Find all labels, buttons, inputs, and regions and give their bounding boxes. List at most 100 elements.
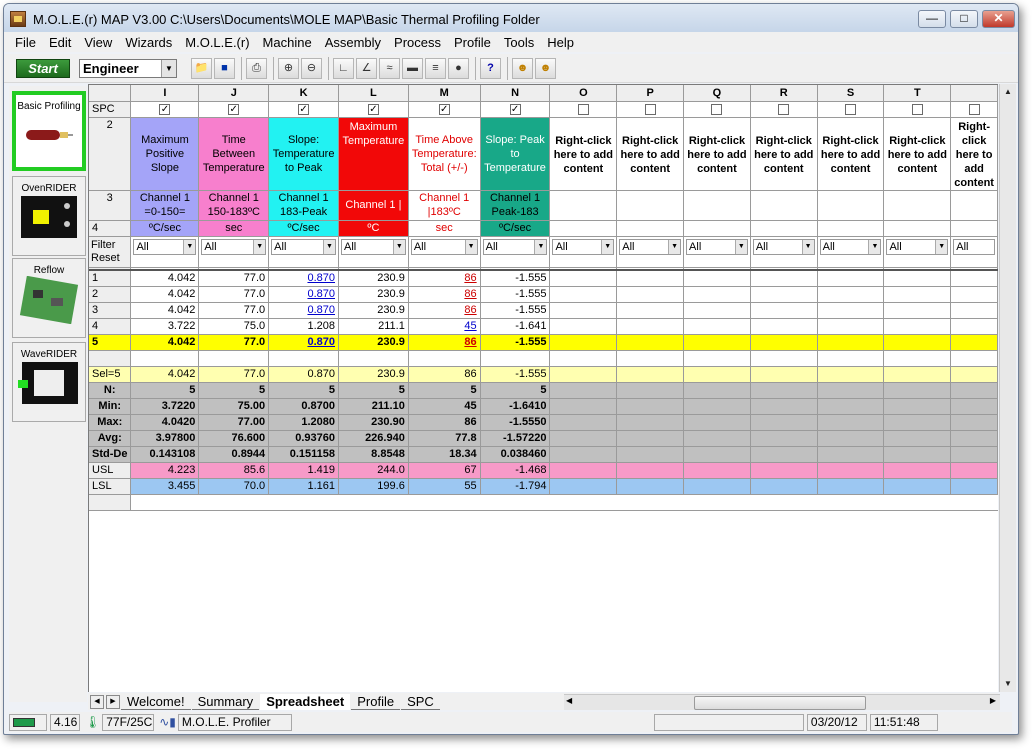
- column-header-r[interactable]: R: [750, 85, 818, 102]
- bar-icon[interactable]: ▬: [402, 57, 423, 79]
- filter-dropdown[interactable]: All ▼: [201, 238, 267, 255]
- title-time-above-temperature[interactable]: Time Above Temperature: Total (+/-): [408, 117, 481, 191]
- unit-cell[interactable]: ºC/sec: [268, 220, 339, 237]
- title-time-between-temperature[interactable]: Time Between Temperature: [198, 117, 270, 191]
- column-header-s[interactable]: S: [817, 85, 885, 102]
- cell[interactable]: 1.419: [268, 462, 339, 479]
- filter-dropdown[interactable]: All ▼: [552, 238, 615, 255]
- scrollbar-thumb[interactable]: [694, 696, 866, 710]
- cell-link[interactable]: 86: [464, 336, 476, 348]
- filter-dropdown[interactable]: All ▼: [271, 238, 336, 255]
- user-mode-dropdown[interactable]: Engineer ▼: [79, 58, 177, 78]
- scroll-right-icon[interactable]: ▶: [990, 696, 996, 705]
- spc-checkbox-checked[interactable]: ✓: [298, 103, 310, 115]
- menu-assembly[interactable]: Assembly: [320, 35, 386, 50]
- table-row-highlighted[interactable]: 5 4.042 77.0 0.870 230.9 86 -1.555: [89, 334, 998, 351]
- empty-column-title[interactable]: Right-click here to add content: [616, 117, 685, 191]
- spc-checkbox-checked[interactable]: ✓: [438, 103, 450, 115]
- menu-tools[interactable]: Tools: [499, 35, 539, 50]
- cell[interactable]: 3.722: [130, 318, 200, 335]
- channel-cell[interactable]: Channel 1 =0-150=: [130, 190, 200, 221]
- user-icon[interactable]: ☻: [512, 57, 533, 79]
- tab-scroll-right-icon[interactable]: ▶: [106, 694, 120, 709]
- table-row[interactable]: 3 4.042 77.0 0.870 230.9 86 -1.555: [89, 302, 998, 319]
- tab-spreadsheet[interactable]: Spreadsheet: [260, 693, 351, 710]
- cell[interactable]: -1.555: [480, 270, 551, 287]
- cell[interactable]: 85.6: [198, 462, 270, 479]
- column-header-p[interactable]: P: [616, 85, 685, 102]
- minimize-button[interactable]: —: [918, 10, 946, 28]
- cell[interactable]: 4.042: [130, 286, 200, 303]
- tab-welcome[interactable]: Welcome!: [121, 694, 191, 710]
- empty-column-title[interactable]: Right-click here to add content: [950, 117, 998, 191]
- column-header-j[interactable]: J: [198, 85, 270, 102]
- column-header-o[interactable]: O: [549, 85, 618, 102]
- column-header-l[interactable]: L: [338, 85, 409, 102]
- scroll-down-icon[interactable]: ▼: [1000, 676, 1016, 692]
- filter-dropdown[interactable]: All ▼: [752, 238, 815, 255]
- cell-link[interactable]: 0.870: [307, 304, 335, 316]
- unit-cell[interactable]: ºC/sec: [480, 220, 551, 237]
- column-header-i[interactable]: I: [130, 85, 200, 102]
- cell-link[interactable]: 45: [464, 320, 476, 332]
- cell[interactable]: 4.042: [130, 334, 200, 351]
- cell[interactable]: 77.0: [198, 302, 270, 319]
- channel-cell[interactable]: Channel 1 |: [338, 190, 409, 221]
- filter-dropdown[interactable]: All ▼: [886, 238, 949, 255]
- cell[interactable]: 230.9: [338, 270, 409, 287]
- menu-machine[interactable]: Machine: [258, 35, 317, 50]
- close-button[interactable]: ✕: [982, 10, 1015, 28]
- filter-dropdown[interactable]: All ▼: [482, 238, 548, 255]
- vertical-scrollbar[interactable]: ▲ ▼: [999, 84, 1016, 692]
- user-settings-icon[interactable]: ☻: [535, 57, 556, 79]
- table-row[interactable]: 4 3.722 75.0 1.208 211.1 45 -1.641: [89, 318, 998, 335]
- cell[interactable]: 211.1: [338, 318, 409, 335]
- filter-dropdown[interactable]: All ▼: [410, 238, 478, 255]
- unit-cell[interactable]: ºC/sec: [130, 220, 200, 237]
- menu-process[interactable]: Process: [389, 35, 446, 50]
- print-icon[interactable]: ⎙: [246, 57, 267, 79]
- cell[interactable]: 230.9: [338, 334, 409, 351]
- title-max-positive-slope[interactable]: Maximum Positive Slope: [130, 117, 200, 191]
- spc-checkbox[interactable]: [644, 103, 656, 115]
- column-header-u[interactable]: [950, 85, 998, 102]
- spc-checkbox[interactable]: [968, 103, 980, 115]
- filter-dropdown[interactable]: All ▼: [341, 238, 406, 255]
- cell[interactable]: 1.208: [268, 318, 339, 335]
- unit-cell[interactable]: ºC: [338, 220, 409, 237]
- cell[interactable]: -1.555: [480, 286, 551, 303]
- zoom-in-icon[interactable]: ⊕: [278, 57, 299, 79]
- unit-cell[interactable]: sec: [408, 220, 481, 237]
- cell-link[interactable]: 86: [464, 272, 476, 284]
- channel-cell[interactable]: Channel 1 150-183ºC: [198, 190, 270, 221]
- spc-checkbox-checked[interactable]: ✓: [509, 103, 521, 115]
- cell-link[interactable]: 86: [464, 304, 476, 316]
- scroll-left-icon[interactable]: ◀: [566, 696, 572, 705]
- table-row[interactable]: 1 4.042 77.0 0.870 230.9 86 -1.555: [89, 270, 998, 287]
- globe-icon[interactable]: ●: [448, 57, 469, 79]
- column-header-n[interactable]: N: [480, 85, 551, 102]
- column-header-t[interactable]: T: [883, 85, 952, 102]
- spc-checkbox-checked[interactable]: ✓: [159, 103, 171, 115]
- title-slope-peak-to-temp[interactable]: Slope: Peak to Temperature: [480, 117, 551, 191]
- cell[interactable]: -1.555: [480, 334, 551, 351]
- open-folder-icon[interactable]: 📁: [191, 57, 212, 79]
- cell[interactable]: 77.0: [198, 270, 270, 287]
- cell[interactable]: 230.9: [338, 302, 409, 319]
- chart-line-icon[interactable]: ≈: [379, 57, 400, 79]
- empty-column-title[interactable]: Right-click here to add content: [549, 117, 618, 191]
- spc-checkbox[interactable]: [711, 103, 723, 115]
- cell-link[interactable]: 86: [464, 288, 476, 300]
- row-label-filter-reset[interactable]: Filter Reset: [89, 236, 132, 268]
- spc-checkbox[interactable]: [911, 103, 923, 115]
- menu-file[interactable]: File: [10, 35, 41, 50]
- spc-checkbox[interactable]: [845, 103, 857, 115]
- cell-link[interactable]: 0.870: [307, 272, 335, 284]
- filter-dropdown[interactable]: All ▼: [619, 238, 682, 255]
- cell[interactable]: 75.0: [198, 318, 270, 335]
- menu-view[interactable]: View: [79, 35, 117, 50]
- cell[interactable]: -1.794: [480, 478, 551, 495]
- spc-checkbox[interactable]: [778, 103, 790, 115]
- cell[interactable]: -1.468: [480, 462, 551, 479]
- empty-column-title[interactable]: Right-click here to add content: [683, 117, 751, 191]
